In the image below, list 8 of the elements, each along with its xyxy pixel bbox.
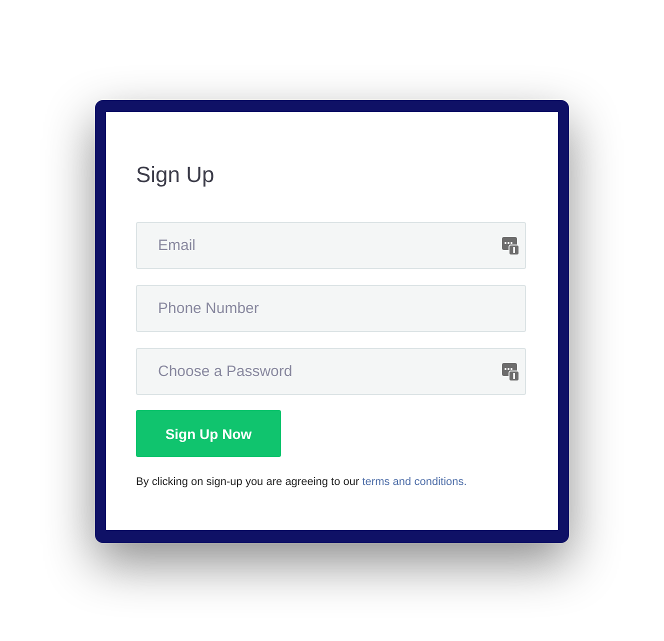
input-field[interactable]: Email [136, 222, 526, 269]
terms-link[interactable]: terms and conditions. [362, 476, 467, 488]
password-manager-icon[interactable] [502, 363, 519, 381]
agreement-text: By clicking on sign-up you are agreeing to our terms and conditions. [136, 476, 468, 488]
password-manager-icon[interactable] [502, 237, 519, 255]
form-title: Sign Up [136, 161, 216, 189]
input-field[interactable]: Phone Number [136, 285, 526, 332]
input-field[interactable]: Choose a Password [136, 348, 526, 395]
